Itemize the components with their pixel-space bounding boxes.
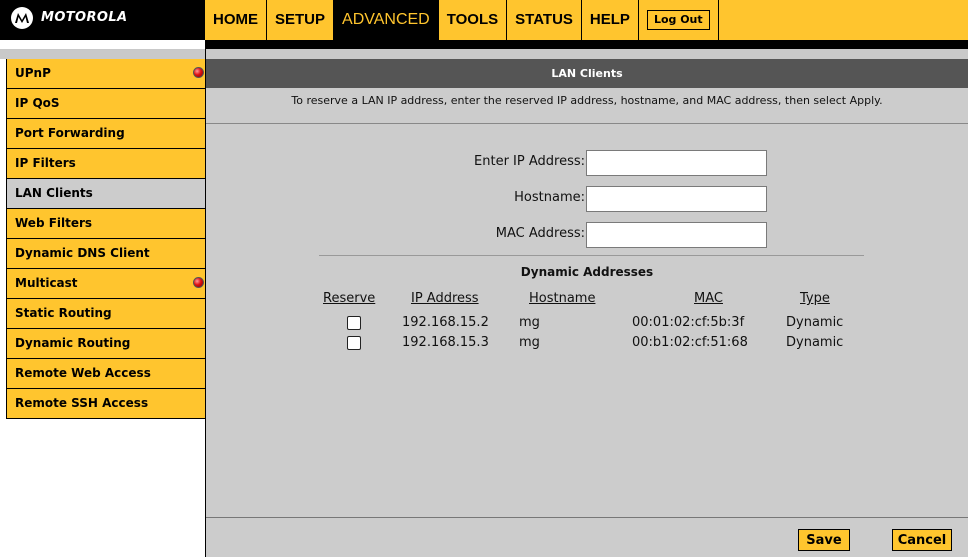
- sidebar-item-ip-qos[interactable]: IP QoS: [7, 89, 207, 119]
- logout-button[interactable]: Log Out: [646, 10, 710, 30]
- nav-home[interactable]: HOME: [205, 0, 266, 40]
- sidebar-item-label: IP QoS: [15, 96, 60, 110]
- sidebar-item-label: Remote Web Access: [15, 366, 151, 380]
- main-panel: LAN Clients To reserve a LAN IP address,…: [206, 59, 968, 557]
- nav-setup[interactable]: SETUP: [266, 0, 333, 40]
- hostname-label: Hostname:: [514, 190, 585, 205]
- column-header-type: Type: [800, 291, 830, 306]
- hostname-input[interactable]: [586, 186, 767, 212]
- footer-divider: [206, 517, 968, 518]
- sidebar-item-remote-web-access[interactable]: Remote Web Access: [7, 359, 207, 389]
- brand: MOTOROLA: [0, 0, 205, 40]
- gray-divider: [0, 49, 968, 59]
- column-header-ip-address: IP Address: [411, 291, 479, 306]
- row-hostname: mg: [519, 335, 540, 350]
- sidebar-item-remote-ssh-access[interactable]: Remote SSH Access: [7, 389, 207, 419]
- cancel-button[interactable]: Cancel: [892, 529, 952, 551]
- brand-name: MOTOROLA: [41, 10, 128, 25]
- sidebar-item-web-filters[interactable]: Web Filters: [7, 209, 207, 239]
- reserve-checkbox[interactable]: [347, 336, 361, 350]
- column-header-reserve: Reserve: [323, 291, 376, 306]
- alert-dot-icon: [193, 67, 204, 78]
- page-title: LAN Clients: [206, 59, 968, 88]
- sidebar-item-dynamic-dns-client[interactable]: Dynamic DNS Client: [7, 239, 207, 269]
- sidebar: UPnP IP QoS Port Forwarding IP Filters L…: [0, 59, 208, 557]
- row-type: Dynamic: [786, 335, 844, 350]
- row-type: Dynamic: [786, 315, 844, 330]
- top-nav: HOME SETUP ADVANCED TOOLS STATUS HELP Lo…: [205, 0, 719, 40]
- logout-cell: Log Out: [637, 0, 719, 40]
- row-ip-address: 192.168.15.3: [402, 335, 489, 350]
- ip-field-row: Enter IP Address:: [206, 150, 968, 176]
- row-mac: 00:b1:02:cf:51:68: [632, 335, 748, 350]
- ip-address-label: Enter IP Address:: [474, 154, 585, 169]
- dynamic-addresses-title: Dynamic Addresses: [520, 265, 654, 279]
- sidebar-item-label: Port Forwarding: [15, 126, 125, 140]
- nav-help[interactable]: HELP: [580, 0, 638, 40]
- sidebar-item-label: Remote SSH Access: [15, 396, 149, 410]
- sidebar-item-lan-clients[interactable]: LAN Clients: [7, 179, 207, 209]
- motorola-batwing-icon: [11, 7, 33, 29]
- row-ip-address: 192.168.15.2: [402, 315, 489, 330]
- form-divider: [319, 255, 864, 256]
- ip-address-input[interactable]: [586, 150, 767, 176]
- sidebar-item-label: Dynamic DNS Client: [15, 246, 150, 260]
- sidebar-item-label: IP Filters: [15, 156, 76, 170]
- sidebar-item-multicast[interactable]: Multicast: [7, 269, 207, 299]
- column-header-mac: MAC: [694, 291, 723, 306]
- sidebar-item-label: Static Routing: [15, 306, 112, 320]
- alert-dot-icon: [193, 277, 204, 288]
- mac-address-label: MAC Address:: [495, 226, 585, 241]
- header-divider: [205, 40, 968, 49]
- column-header-hostname: Hostname: [529, 291, 596, 306]
- mac-field-row: MAC Address:: [206, 222, 968, 248]
- sidebar-item-label: LAN Clients: [15, 186, 93, 200]
- sidebar-menu: UPnP IP QoS Port Forwarding IP Filters L…: [6, 59, 208, 419]
- sidebar-item-port-forwarding[interactable]: Port Forwarding: [7, 119, 207, 149]
- row-hostname: mg: [519, 315, 540, 330]
- nav-advanced[interactable]: ADVANCED: [333, 0, 438, 40]
- nav-status[interactable]: STATUS: [506, 0, 581, 40]
- sidebar-item-label: Web Filters: [15, 216, 93, 230]
- top-bar: MOTOROLA HOME SETUP ADVANCED TOOLS STATU…: [0, 0, 968, 40]
- mac-address-input[interactable]: [586, 222, 767, 248]
- sidebar-item-static-routing[interactable]: Static Routing: [7, 299, 207, 329]
- instructions: To reserve a LAN IP address, enter the r…: [206, 88, 968, 124]
- hostname-field-row: Hostname:: [206, 186, 968, 212]
- row-mac: 00:01:02:cf:5b:3f: [632, 315, 745, 330]
- sidebar-item-label: Dynamic Routing: [15, 336, 131, 350]
- sidebar-item-dynamic-routing[interactable]: Dynamic Routing: [7, 329, 207, 359]
- nav-tools[interactable]: TOOLS: [437, 0, 506, 40]
- sidebar-item-ip-filters[interactable]: IP Filters: [7, 149, 207, 179]
- save-button[interactable]: Save: [798, 529, 850, 551]
- sidebar-item-label: UPnP: [15, 66, 51, 80]
- sidebar-item-upnp[interactable]: UPnP: [7, 59, 207, 89]
- reserve-checkbox[interactable]: [347, 316, 361, 330]
- sidebar-item-label: Multicast: [15, 276, 78, 290]
